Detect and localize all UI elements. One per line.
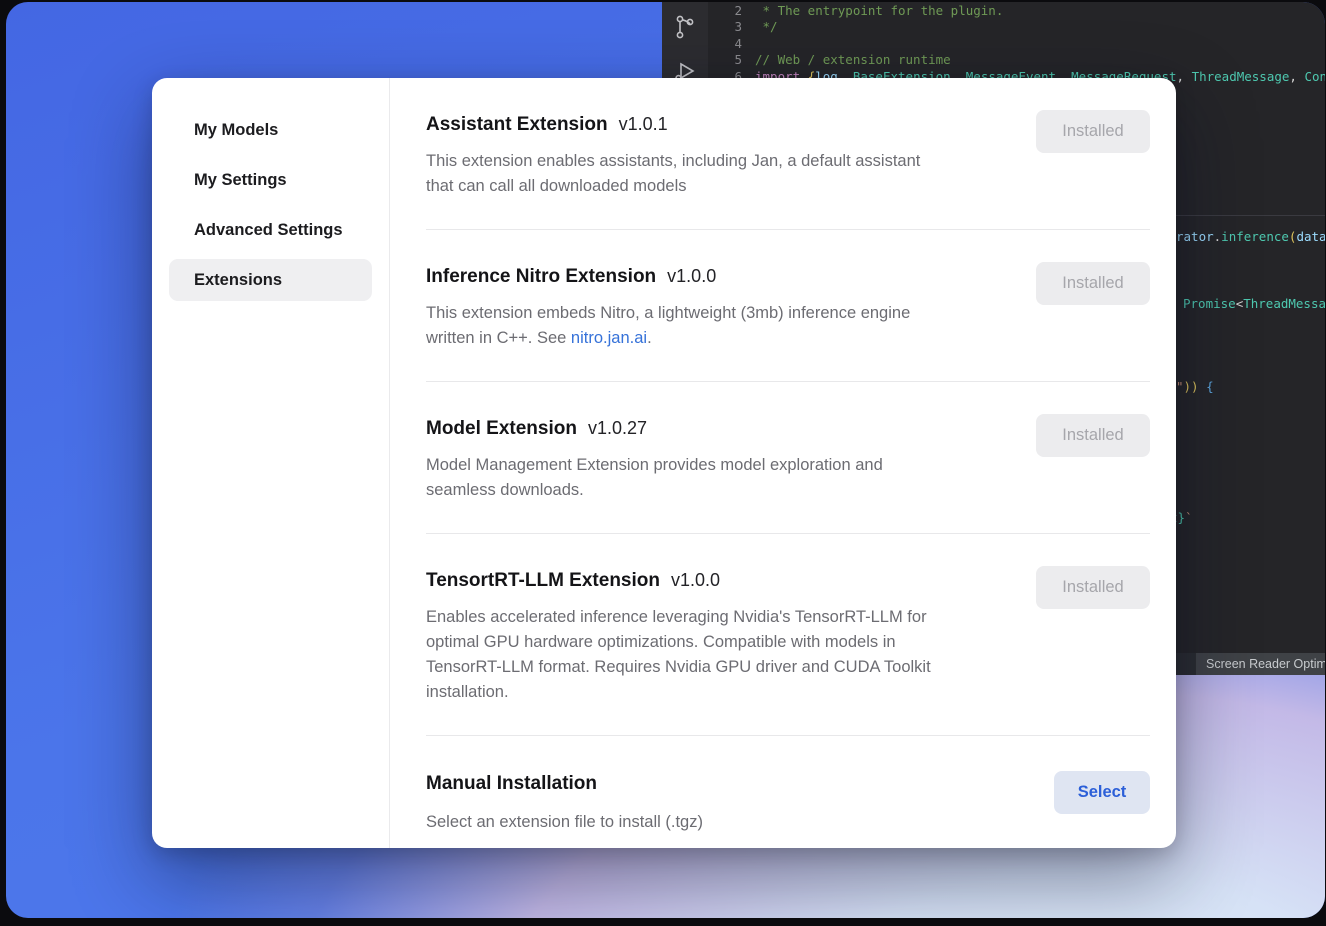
code-token: `: [1185, 510, 1193, 525]
code-token: ThreadMessage: [1243, 296, 1325, 311]
settings-sidebar: My Models My Settings Advanced Settings Ext…: [152, 78, 390, 848]
installed-button: Installed: [1036, 566, 1150, 609]
extension-entry: Assistant Extension v1.0.1 This extension …: [426, 78, 1150, 230]
extension-link[interactable]: nitro.jan.ai: [571, 329, 647, 347]
line-number: 3: [708, 19, 755, 35]
extension-name: Manual Installation: [426, 773, 597, 794]
line-number: 4: [708, 36, 755, 52]
installed-button: Installed: [1036, 262, 1150, 305]
code-token: // Web / extension runtime: [755, 52, 951, 67]
sidebar-item-my-models[interactable]: My Models: [169, 109, 372, 151]
sidebar-item-advanced-settings[interactable]: Advanced Settings: [169, 209, 372, 251]
extension-name: Inference Nitro Extension: [426, 266, 656, 287]
extension-description: Enables accelerated inference leveraging…: [426, 605, 1026, 705]
code-line: 5// Web / extension runtime: [708, 52, 1325, 68]
code-fragment: Promise<ThreadMessage>: [1183, 296, 1325, 312]
extension-version: v1.0.27: [588, 418, 647, 438]
code-text: [755, 36, 1325, 52]
code-token: ": [1176, 379, 1184, 394]
extension-description: Model Management Extension provides mode…: [426, 453, 1026, 503]
code-token: data: [1296, 229, 1325, 244]
extension-name: Model Extension: [426, 418, 577, 439]
code-line: 3 */: [708, 19, 1325, 35]
code-token: * The entrypoint for the plugin.: [755, 3, 1003, 18]
code-token: {: [1206, 379, 1214, 394]
extension-name: TensortRT-LLM Extension: [426, 570, 660, 591]
extension-description: This extension enables assistants, inclu…: [426, 149, 1026, 199]
extension-description: Select an extension file to install (.tg…: [426, 810, 1026, 835]
code-token: rator: [1176, 229, 1214, 244]
code-fragment: rator.inference(data));: [1176, 229, 1325, 245]
line-number: 2: [708, 3, 755, 19]
code-text: // Web / extension runtime: [755, 52, 1325, 68]
app-window: 2 * The entrypoint for the plugin.3 */45…: [6, 2, 1325, 918]
extensions-list: Assistant Extension v1.0.1 This extension …: [390, 78, 1176, 848]
code-token: ThreadMessage: [1192, 69, 1290, 84]
extension-title: Manual Installation: [426, 772, 1150, 796]
screen-reader-status[interactable]: Screen Reader Optimized: [1196, 653, 1325, 675]
settings-panel: My Models My Settings Advanced Settings Ext…: [152, 78, 1176, 848]
extension-entry: Inference Nitro Extension v1.0.0 This exte…: [426, 230, 1150, 382]
extension-version: v1.0.0: [671, 570, 720, 590]
source-control-icon[interactable]: [673, 14, 697, 40]
installed-button: Installed: [1036, 110, 1150, 153]
sidebar-item-my-settings[interactable]: My Settings: [169, 159, 372, 201]
code-token: Promise: [1183, 296, 1236, 311]
extension-entry: Manual Installation Select an extension f…: [426, 736, 1150, 848]
extension-description: This extension embeds Nitro, a lightweig…: [426, 301, 1026, 351]
code-text: * The entrypoint for the plugin.: [755, 3, 1325, 19]
extension-version: v1.0.1: [619, 114, 668, 134]
code-line: 4: [708, 36, 1325, 52]
extension-entry: TensortRT-LLM Extension v1.0.0 Enables acc…: [426, 534, 1150, 736]
code-token: ,: [1289, 69, 1304, 84]
code-token: */: [755, 19, 778, 34]
code-text: */: [755, 19, 1325, 35]
code-token: ContentType: [1304, 69, 1325, 84]
code-fragment: ")) {: [1176, 379, 1214, 395]
extension-entry: Model Extension v1.0.27 Model Management E…: [426, 382, 1150, 534]
code-token: ,: [1177, 69, 1192, 84]
installed-button: Installed: [1036, 414, 1150, 457]
code-token: )): [1184, 379, 1207, 394]
select-button[interactable]: Select: [1054, 771, 1150, 814]
extension-version: v1.0.0: [667, 266, 716, 286]
code-line: 2 * The entrypoint for the plugin.: [708, 3, 1325, 19]
extension-name: Assistant Extension: [426, 114, 608, 135]
code-token: inference: [1221, 229, 1289, 244]
line-number: 5: [708, 52, 755, 68]
sidebar-item-extensions[interactable]: Extensions: [169, 259, 372, 301]
